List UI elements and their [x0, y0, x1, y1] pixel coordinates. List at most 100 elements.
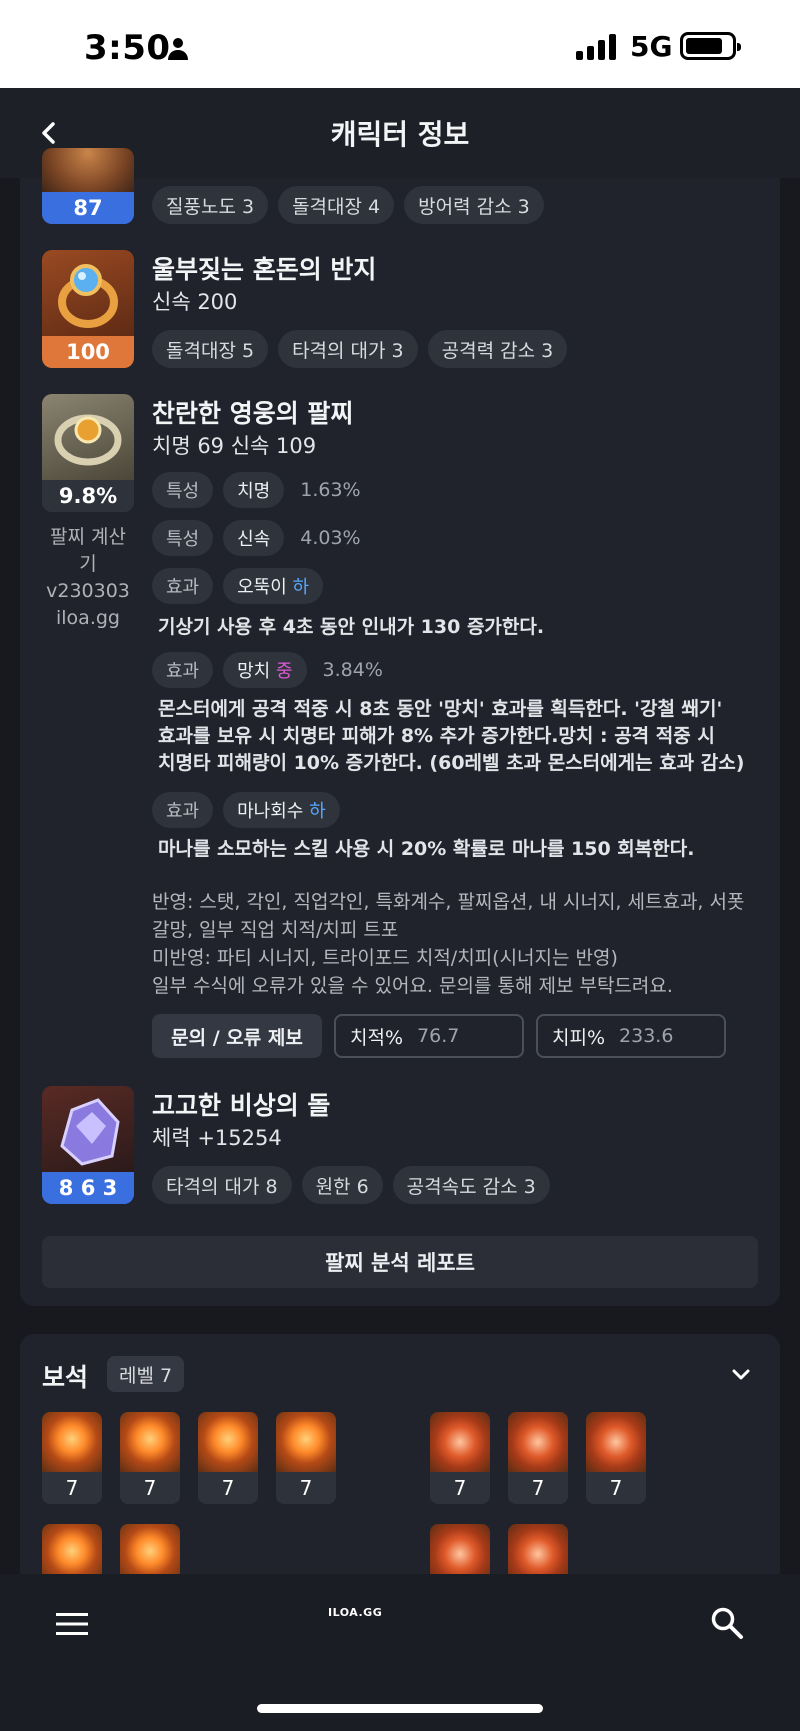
bottom-nav: ILOA.GG [0, 1574, 800, 1731]
home-indicator [257, 1704, 543, 1713]
page-title: 캐릭터 정보 [330, 118, 470, 151]
option-type: 효과 [152, 792, 214, 828]
gem-item[interactable]: 7 [198, 1412, 258, 1504]
gem-item[interactable]: 7 [508, 1412, 568, 1504]
note-line: 미반영: 파티 시너지, 트라이포드 치적/치피(시너지는 반영) [152, 947, 618, 969]
option-type: 효과 [152, 568, 214, 604]
option-name: 오뚝이 하 [223, 568, 324, 604]
accessory-card: 87 질풍노도 3 돌격대장 4 방어력 감소 3 100 울부짖는 혼돈의 반… [20, 148, 780, 1306]
item-thumbnail[interactable]: 100 [42, 250, 134, 368]
effect-description: 마나를 소모하는 스킬 사용 시 20% 확률로 마나를 150 회복한다. [158, 838, 695, 860]
clock: 3:50 [84, 28, 171, 68]
engraving-chip: 돌격대장 5 [152, 330, 269, 368]
engraving-chip: 공격속도 감소 3 [392, 1166, 550, 1204]
option-name: 치명 [223, 472, 285, 508]
note-line: 일부 수식에 오류가 있을 수 있어요. 문의를 통해 제보 부탁드려요. [152, 975, 673, 997]
gem-level: 7 [120, 1472, 180, 1504]
ring-image [42, 250, 134, 338]
stone-level: 8 6 3 [42, 1172, 134, 1204]
gem-image [508, 1412, 568, 1472]
status-bar: 3:50 5G [0, 0, 800, 88]
battery-icon [680, 32, 741, 60]
engraving-chips: 돌격대장 5 타격의 대가 3 공격력 감소 3 [152, 330, 568, 368]
item-stat: 신속 200 [152, 290, 238, 314]
item-thumbnail[interactable]: 8 6 3 [42, 1086, 134, 1204]
option-name: 망치 중 [223, 652, 307, 688]
bracelet-option-row: 효과 오뚝이 하 [152, 568, 324, 604]
hamburger-menu-icon[interactable] [56, 1612, 88, 1636]
gem-item[interactable]: 7 [430, 1412, 490, 1504]
crit-damage-value[interactable]: 233.6 [619, 1025, 673, 1047]
bracelet-option-row: 특성 치명 1.63% [152, 472, 361, 508]
ability-stone-image [42, 1086, 134, 1174]
back-arrow-icon[interactable] [34, 118, 64, 148]
option-type: 특성 [152, 472, 214, 508]
gem-item[interactable]: 7 [586, 1412, 646, 1504]
effect-name: 마나회수 [237, 801, 304, 822]
crit-damage-input[interactable]: 치피% 233.6 [536, 1014, 726, 1058]
item-name: 울부짖는 혼돈의 반지 [152, 255, 377, 284]
bracelet-calculator-label: 팔찌 계산기 v230303 iloa.gg [42, 524, 134, 632]
gem-level: 7 [586, 1472, 646, 1504]
search-icon[interactable] [710, 1606, 744, 1640]
item-stat: 체력 +15254 [152, 1126, 282, 1150]
gem-image [430, 1412, 490, 1472]
engraving-chips: 타격의 대가 8 원한 6 공격속도 감소 3 [152, 1166, 550, 1204]
option-value: 3.84% [322, 659, 383, 681]
crit-rate-input[interactable]: 치적% 76.7 [334, 1014, 524, 1058]
item-stat: 치명 69 신속 109 [152, 434, 317, 458]
gem-level: 7 [42, 1472, 102, 1504]
item-thumbnail[interactable]: 9.8% [42, 394, 134, 512]
engraving-chip: 방어력 감소 3 [404, 186, 544, 224]
earring-image [42, 148, 134, 194]
effect-description: 몬스터에게 공격 적중 시 8초 동안 '망치' 효과를 획득한다. '강철 쐐… [158, 696, 744, 777]
item-name: 고고한 비상의 돌 [152, 1091, 331, 1120]
note-line: 반영: 스탯, 각인, 직업각인, 특화계수, 팔찌옵션, 내 시너지, 세트효… [152, 891, 745, 913]
effect-grade: 하 [292, 577, 310, 598]
gem-level: 7 [430, 1472, 490, 1504]
note-line: 갈망, 일부 직업 치적/치피 트포 [152, 919, 399, 941]
item-name: 찬란한 영웅의 팔찌 [152, 399, 354, 428]
gem-item[interactable]: 7 [120, 1412, 180, 1504]
engraving-chip: 원한 6 [301, 1166, 383, 1204]
option-name: 신속 [223, 520, 285, 556]
gem-level-badge: 레벨 7 [107, 1356, 185, 1392]
bracelet-option-row: 효과 망치 중 3.84% [152, 652, 383, 688]
gem-item[interactable]: 7 [276, 1412, 336, 1504]
desc-line: 효과를 보유 시 치명타 피해가 8% 추가 증가한다.망치 : 공격 적중 시 [158, 725, 715, 747]
effect-grade: 하 [309, 801, 326, 822]
option-type: 특성 [152, 520, 214, 556]
gem-image [586, 1412, 646, 1472]
signal-icon [576, 34, 616, 60]
engraving-chip: 타격의 대가 3 [278, 330, 418, 368]
report-error-button[interactable]: 문의 / 오류 제보 [152, 1014, 322, 1058]
option-name: 마나회수 하 [223, 792, 340, 828]
chevron-down-icon[interactable] [730, 1364, 752, 1386]
bracelet-percent: 9.8% [42, 480, 134, 512]
engraving-chip: 타격의 대가 8 [152, 1166, 292, 1204]
crit-rate-label: 치적% [350, 1026, 404, 1049]
bracelet-analysis-report-button[interactable]: 팔찌 분석 레포트 [42, 1236, 758, 1288]
gem-level: 7 [276, 1472, 336, 1504]
effect-name: 오뚝이 [237, 577, 287, 598]
gem-item[interactable]: 7 [42, 1412, 102, 1504]
person-icon [168, 38, 188, 60]
calc-label-line: v230303 [46, 580, 130, 602]
crit-rate-value[interactable]: 76.7 [417, 1025, 459, 1047]
site-logo[interactable]: ILOA.GG [328, 1606, 382, 1619]
effect-description: 기상기 사용 후 4초 동안 인내가 130 증가한다. [158, 616, 545, 638]
gem-level: 7 [198, 1472, 258, 1504]
desc-line: 몬스터에게 공격 적중 시 8초 동안 '망치' 효과를 획득한다. '강철 쐐… [158, 698, 723, 720]
option-type: 효과 [152, 652, 214, 688]
gem-image [198, 1412, 258, 1472]
effect-name: 망치 [237, 661, 271, 682]
gem-level: 7 [508, 1472, 568, 1504]
bracelet-image [42, 394, 134, 482]
bracelet-option-row: 특성 신속 4.03% [152, 520, 361, 556]
engraving-chip: 질풍노도 3 [152, 186, 269, 224]
crit-damage-label: 치피% [552, 1026, 606, 1049]
desc-line: 치명타 피해량이 10% 증가한다. (60레벨 초과 몬스터에게는 효과 감소… [158, 752, 745, 774]
option-value: 4.03% [300, 527, 361, 549]
engraving-chip: 공격력 감소 3 [427, 330, 568, 368]
item-thumbnail[interactable]: 87 [42, 148, 134, 224]
